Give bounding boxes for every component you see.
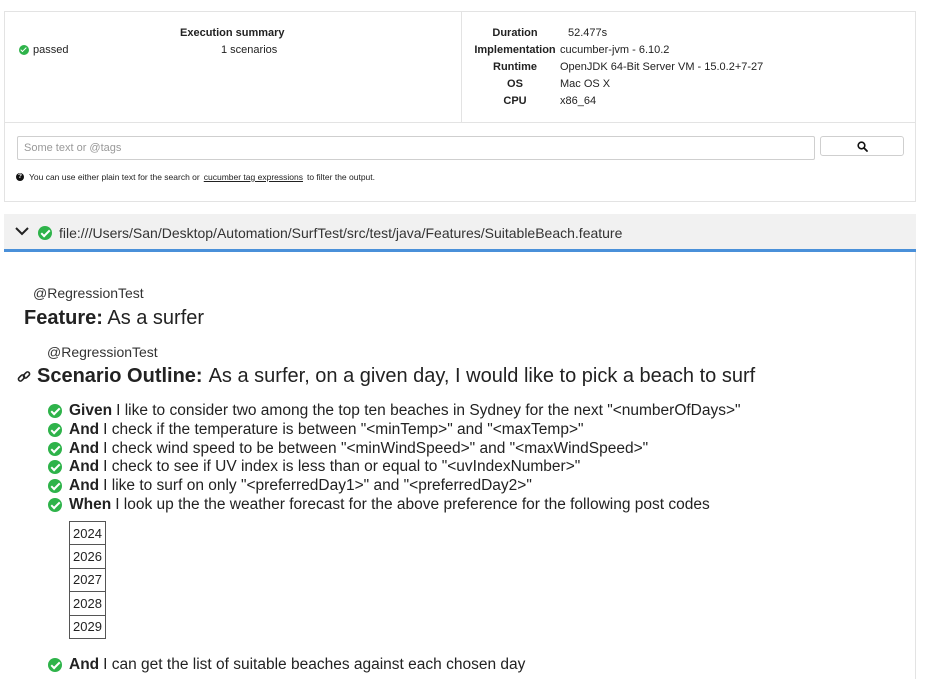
passed-check-icon (19, 45, 29, 55)
step-row: Given I like to consider two among the t… (48, 402, 741, 420)
passed-check-icon (48, 404, 62, 418)
table-cell: 2024 (69, 520, 106, 546)
feature-name: As a surfer (107, 307, 205, 329)
table-cell: 2026 (69, 544, 106, 569)
postcode-datatable: 2024 2026 2027 2028 2029 (69, 520, 106, 639)
content-right-border (915, 252, 916, 679)
step-text: I look up the the weather forecast for t… (115, 496, 710, 513)
cpu-value: x86_64 (560, 95, 597, 107)
cpu-label: CPU (503, 95, 527, 107)
step-text: I check wind speed to be between "<minWi… (103, 440, 649, 457)
step-text: I can get the list of suitable beaches a… (103, 656, 526, 673)
feature-tag: @RegressionTest (33, 285, 144, 301)
duration-label: Duration (492, 27, 538, 39)
step-keyword: And (69, 656, 100, 673)
feature-file-path: file:///Users/San/Desktop/Automation/Sur… (59, 225, 623, 241)
search-button[interactable] (820, 136, 904, 156)
os-value: Mac OS X (560, 78, 611, 90)
execution-summary-title: Execution summary (180, 27, 285, 39)
link-icon[interactable] (17, 370, 31, 384)
table-row: 2026 (69, 544, 106, 569)
scenario-title: Scenario Outline: As a surfer, on a give… (17, 365, 755, 388)
step-keyword: And (69, 421, 100, 438)
passed-check-icon (48, 460, 62, 474)
scenario-keyword: Scenario Outline: (37, 365, 203, 387)
runtime-label: Runtime (493, 61, 537, 73)
step-keyword: And (69, 440, 100, 457)
feature-title: Feature: As a surfer (24, 307, 204, 330)
passed-check-icon (48, 498, 62, 512)
passed-check-icon (48, 423, 62, 437)
step-row: And I check to see if UV index is less t… (48, 458, 580, 476)
help-text-prefix: You can use either plain text for the se… (29, 172, 200, 182)
implementation-value: cucumber-jvm - 6.10.2 (560, 44, 670, 56)
search-icon (856, 140, 868, 152)
step-row: And I check if the temperature is betwee… (48, 421, 584, 439)
status-passed: passed (19, 44, 68, 56)
step-row: And I check wind speed to be between "<m… (48, 440, 648, 458)
table-row: 2024 (69, 520, 106, 546)
step-row: And I like to surf on only "<preferredDa… (48, 477, 532, 495)
table-row: 2027 (69, 567, 106, 593)
search-input[interactable] (17, 136, 815, 160)
passed-check-icon (48, 442, 62, 456)
step-keyword: When (69, 496, 112, 513)
summary-divider (461, 12, 462, 122)
search-help: ? You can use either plain text for the … (16, 172, 375, 182)
step-keyword: Given (69, 402, 113, 419)
question-icon: ? (16, 173, 24, 181)
scenario-tag: @RegressionTest (47, 344, 158, 360)
step-text: I check if the temperature is between "<… (103, 421, 584, 438)
table-row: 2029 (69, 614, 106, 639)
implementation-label: Implementation (474, 44, 556, 56)
summary-search-divider (5, 122, 915, 123)
passed-check-icon (38, 226, 52, 240)
passed-check-icon (48, 658, 62, 672)
feature-file-header[interactable]: file:///Users/San/Desktop/Automation/Sur… (4, 214, 916, 252)
step-keyword: And (69, 477, 100, 494)
tag-expressions-link[interactable]: cucumber tag expressions (204, 172, 303, 182)
table-cell: 2028 (69, 591, 106, 616)
duration-value: 52.477s (568, 27, 608, 39)
table-cell: 2029 (69, 614, 106, 639)
step-row: And I can get the list of suitable beach… (48, 656, 525, 674)
status-label: passed (33, 44, 69, 56)
step-text: I like to surf on only "<preferredDay1>"… (103, 477, 532, 494)
table-row: 2028 (69, 591, 106, 616)
chevron-down-icon[interactable] (14, 224, 30, 238)
feature-keyword: Feature: (24, 307, 103, 329)
table-cell: 2027 (69, 567, 106, 593)
step-text: I check to see if UV index is less than … (103, 458, 581, 475)
passed-check-icon (48, 479, 62, 493)
os-label: OS (507, 78, 523, 90)
step-text: I like to consider two among the top ten… (116, 402, 741, 419)
step-keyword: And (69, 458, 100, 475)
runtime-value: OpenJDK 64-Bit Server VM - 15.0.2+7-27 (560, 61, 764, 73)
help-text-suffix: to filter the output. (306, 172, 376, 182)
execution-summary-panel: Execution summary passed 1 scenarios Dur… (4, 11, 916, 202)
scenario-count: 1 scenarios (221, 44, 278, 56)
step-row: When I look up the the weather forecast … (48, 496, 710, 514)
scenario-name: As a surfer, on a given day, I would lik… (208, 365, 756, 387)
